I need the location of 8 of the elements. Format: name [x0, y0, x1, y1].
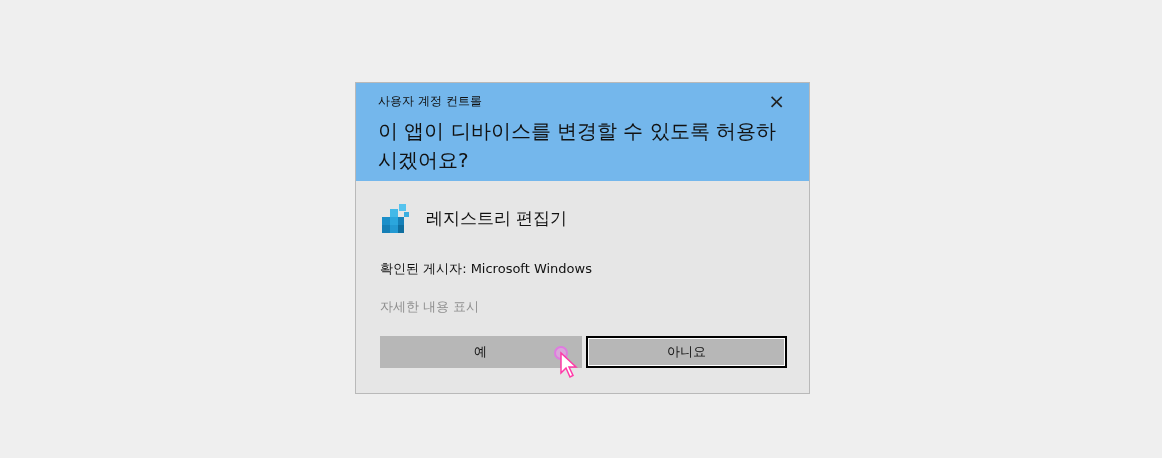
publisher-text: 확인된 게시자: Microsoft Windows	[380, 260, 593, 278]
dialog-question: 이 앱이 디바이스를 변경할 수 있도록 허용하시겠어요?	[378, 118, 778, 174]
dialog-button[interactable]: 예	[380, 336, 582, 368]
app-name: 레지스트리 편집기	[426, 207, 568, 231]
close-button[interactable]: ×	[764, 91, 789, 111]
dialog-button[interactable]: 아니요	[585, 336, 787, 368]
registry-cubes-icon	[380, 203, 410, 235]
dialog-caption: 사용자 계정 컨트롤	[378, 93, 482, 110]
